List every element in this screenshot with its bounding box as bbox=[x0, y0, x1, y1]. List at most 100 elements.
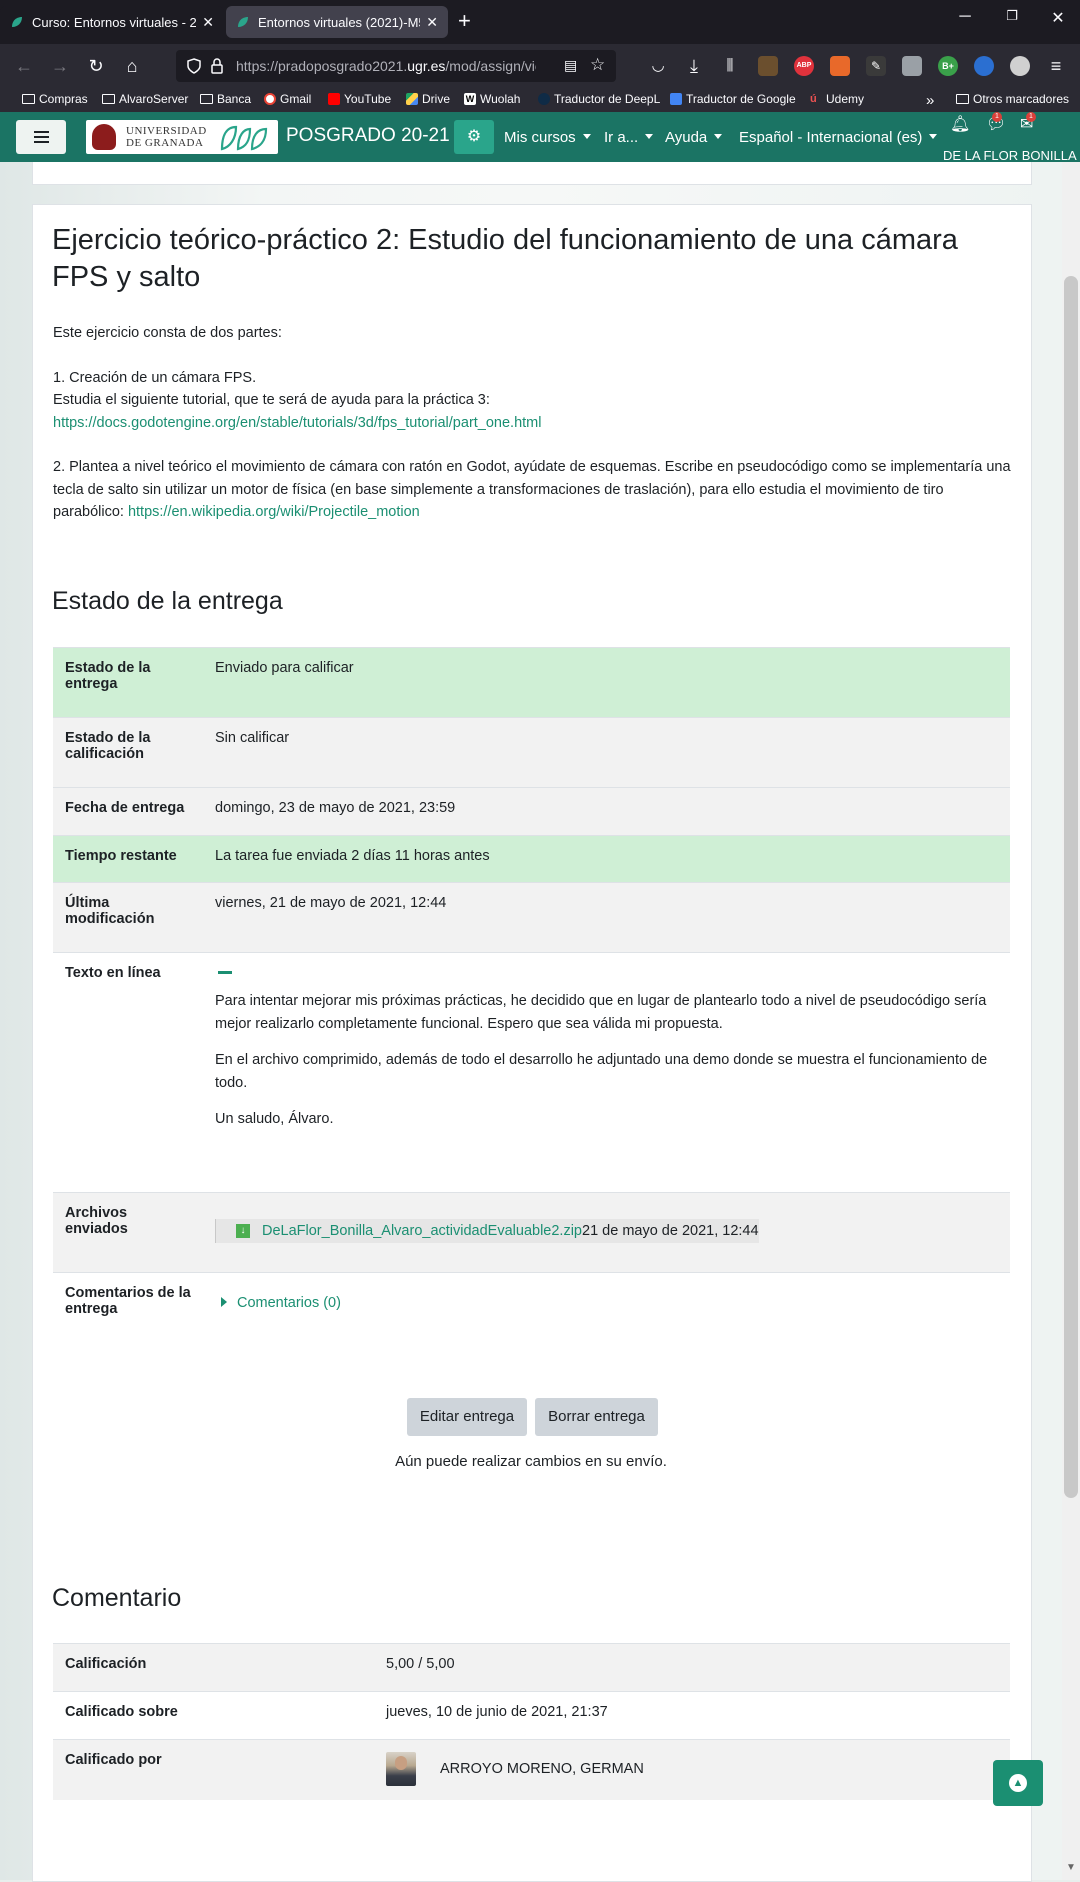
tab-label: Entornos virtuales (2021)-M502 bbox=[258, 14, 420, 30]
drive-icon bbox=[406, 93, 418, 105]
comments-toggle[interactable]: Comentarios (0) bbox=[215, 1295, 341, 1311]
messages-badge: 1 bbox=[992, 112, 1002, 122]
site-name[interactable]: POSGRADO 20-21 bbox=[286, 125, 450, 147]
gears-icon[interactable]: ⚙ bbox=[454, 120, 494, 154]
table-row: Archivos enviados ↓ DeLaFlor_Bonilla_Alv… bbox=[53, 1192, 1010, 1273]
reader-icon[interactable]: ▤ bbox=[564, 57, 577, 74]
extension-icon[interactable] bbox=[1010, 56, 1030, 76]
bookmark-alvaroserver[interactable]: AlvaroServer bbox=[102, 92, 188, 106]
pocket-icon[interactable]: ◡ bbox=[646, 54, 670, 78]
menu-language[interactable]: Español - Internacional (es) bbox=[739, 129, 937, 146]
back-icon[interactable]: ← bbox=[12, 54, 36, 78]
university-logo[interactable]: UNIVERSIDAD DE GRANADA bbox=[86, 120, 278, 154]
close-icon[interactable]: ✕ bbox=[426, 14, 438, 31]
translate-icon bbox=[670, 93, 682, 105]
submission-note: Aún puede realizar cambios en su envío. bbox=[395, 1453, 667, 1470]
youtube-icon bbox=[328, 93, 340, 105]
submission-status-heading: Estado de la entrega bbox=[52, 587, 283, 615]
menu-mis-cursos[interactable]: Mis cursos bbox=[504, 129, 591, 146]
bookmark-gmail[interactable]: Gmail bbox=[264, 92, 311, 106]
browser-tab-course[interactable]: Curso: Entornos virtuales - 2021 ✕ bbox=[0, 6, 224, 38]
row-value: 5,00 / 5,00 bbox=[374, 1643, 1010, 1692]
minimize-icon[interactable]: ─ bbox=[950, 8, 980, 26]
mail-badge: 1 bbox=[1026, 112, 1036, 122]
bookmark-youtube[interactable]: YouTube bbox=[328, 92, 391, 106]
projectile-motion-link[interactable]: https://en.wikipedia.org/wiki/Projectile… bbox=[128, 504, 420, 520]
hamburger-menu-button[interactable] bbox=[16, 120, 66, 154]
table-row: Última modificación viernes, 21 de mayo … bbox=[53, 882, 1010, 953]
url-bar[interactable]: https://pradoposgrado2021.ugr.es/mod/ass… bbox=[176, 50, 616, 82]
arrow-up-icon: ▲ bbox=[1009, 1774, 1027, 1792]
row-value: Sin calificar bbox=[203, 717, 1010, 788]
zip-file-icon: ↓ bbox=[236, 1224, 250, 1238]
table-row: Estado de la calificación Sin calificar bbox=[53, 717, 1010, 788]
menu-ir-a[interactable]: Ir a... bbox=[604, 129, 653, 146]
bookmark-banca[interactable]: Banca bbox=[200, 92, 251, 106]
scroll-down-icon[interactable]: ▼ bbox=[1062, 1862, 1080, 1873]
part2-text: 2. Plantea a nivel teórico el movimiento… bbox=[53, 459, 1011, 520]
back-to-top-button[interactable]: ▲ bbox=[993, 1760, 1043, 1806]
lock-icon[interactable] bbox=[210, 58, 224, 74]
other-bookmarks[interactable]: Otros marcadores bbox=[956, 92, 1069, 106]
extension-icon[interactable]: ✎ bbox=[866, 56, 886, 76]
file-link[interactable]: DeLaFlor_Bonilla_Alvaro_actividadEvaluab… bbox=[262, 1223, 582, 1239]
bookmark-compras[interactable]: Compras bbox=[22, 92, 88, 106]
table-row: Calificación 5,00 / 5,00 bbox=[53, 1643, 1010, 1692]
bookmarks-bar: Compras AlvaroServer Banca Gmail YouTube… bbox=[0, 88, 1080, 112]
folder-icon bbox=[102, 94, 115, 104]
delete-submission-button[interactable]: Borrar entrega bbox=[535, 1398, 658, 1436]
browser-tab-bar: Curso: Entornos virtuales - 2021 ✕ Entor… bbox=[0, 0, 1080, 44]
restore-icon[interactable]: ❐ bbox=[997, 8, 1027, 24]
menu-icon[interactable]: ≡ bbox=[1044, 54, 1068, 78]
row-label: Estado de la entrega bbox=[53, 647, 203, 718]
avatar[interactable] bbox=[386, 1752, 416, 1786]
reload-icon[interactable]: ↻ bbox=[84, 54, 108, 78]
browser-tab-assignment[interactable]: Entornos virtuales (2021)-M502 ✕ bbox=[226, 6, 448, 38]
table-row: Texto en línea Para intentar mejorar mis… bbox=[53, 952, 1010, 1193]
bookmark-google-translate[interactable]: Traductor de Google bbox=[670, 92, 796, 106]
page-title: Ejercicio teórico-práctico 2: Estudio de… bbox=[52, 224, 958, 293]
more-bookmarks-icon[interactable]: » bbox=[926, 92, 934, 109]
forward-icon[interactable]: → bbox=[48, 54, 72, 78]
bookmark-wuolah[interactable]: W Wuolah bbox=[464, 92, 520, 106]
user-menu[interactable]: DE LA FLOR BONILLA bbox=[943, 148, 1077, 163]
extension-icon[interactable] bbox=[974, 56, 994, 76]
window-close-icon[interactable]: ✕ bbox=[1043, 8, 1073, 28]
grader-name[interactable]: ARROYO MORENO, GERMAN bbox=[440, 1761, 644, 1777]
extension-icon[interactable] bbox=[758, 56, 778, 76]
scrollbar-thumb[interactable] bbox=[1064, 276, 1078, 1498]
row-label: Comentarios de la entrega bbox=[53, 1272, 203, 1349]
browser-nav-bar: ← → ↻ ⌂ https://pradoposgrado2021.ugr.es… bbox=[0, 44, 1080, 88]
download-icon[interactable]: ⤓ bbox=[682, 54, 706, 78]
row-value: viernes, 21 de mayo de 2021, 12:44 bbox=[203, 882, 1010, 953]
bookmark-deepl[interactable]: Traductor de DeepL bbox=[538, 92, 660, 106]
assignment-description: Este ejercicio consta de dos partes: 1. … bbox=[53, 322, 1013, 524]
bookmark-udemy[interactable]: ú Udemy bbox=[810, 92, 864, 106]
godot-tutorial-link[interactable]: https://docs.godotengine.org/en/stable/t… bbox=[53, 415, 541, 431]
star-icon[interactable]: ☆ bbox=[590, 55, 605, 75]
menu-ayuda[interactable]: Ayuda bbox=[665, 129, 722, 146]
site-header: UNIVERSIDAD DE GRANADA POSGRADO 20-21 ⚙ M… bbox=[0, 112, 1080, 163]
table-row: Fecha de entrega domingo, 23 de mayo de … bbox=[53, 787, 1010, 836]
folder-icon bbox=[22, 94, 35, 104]
url-text[interactable]: https://pradoposgrado2021.ugr.es/mod/ass… bbox=[236, 58, 536, 74]
collapse-toggle[interactable] bbox=[218, 971, 232, 974]
submission-status-table: Estado de la entrega Enviado para califi… bbox=[53, 647, 1010, 1349]
home-icon[interactable]: ⌂ bbox=[120, 54, 144, 78]
adblock-icon[interactable]: ABP bbox=[794, 56, 814, 76]
close-icon[interactable]: ✕ bbox=[202, 14, 214, 31]
row-label: Estado de la calificación bbox=[53, 717, 203, 788]
new-tab-button[interactable]: + bbox=[458, 8, 471, 34]
table-row: Comentarios de la entrega Comentarios (0… bbox=[53, 1272, 1010, 1349]
wuolah-icon: W bbox=[464, 93, 476, 105]
folder-icon bbox=[200, 94, 213, 104]
notification-bell-icon[interactable]: 🔔︎ bbox=[950, 114, 970, 134]
extension-icon[interactable] bbox=[902, 56, 922, 76]
bookmark-drive[interactable]: Drive bbox=[406, 92, 450, 106]
library-icon[interactable]: ⫼ bbox=[718, 54, 742, 78]
edit-submission-button[interactable]: Editar entrega bbox=[407, 1398, 527, 1436]
shield-icon[interactable] bbox=[186, 58, 202, 74]
row-label: Calificado por bbox=[53, 1739, 374, 1800]
extension-icon[interactable] bbox=[830, 56, 850, 76]
extension-icon[interactable]: B+ bbox=[938, 56, 958, 76]
